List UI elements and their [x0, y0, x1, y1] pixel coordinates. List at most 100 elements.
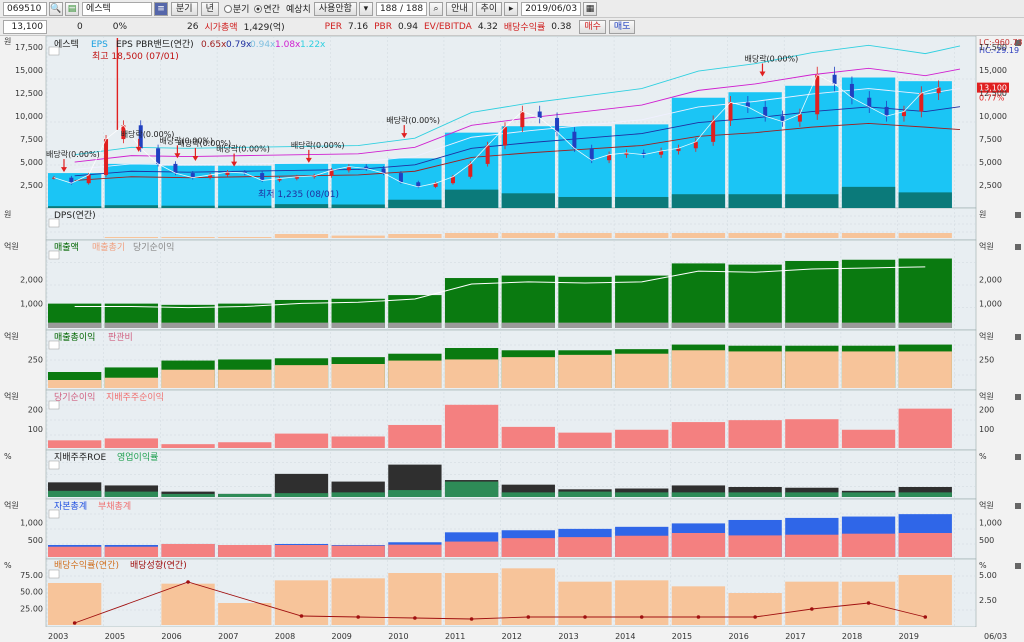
main-unit: 원	[4, 37, 11, 46]
pbr-value: 0.94	[397, 21, 418, 32]
panel-close-icon	[1015, 394, 1021, 400]
toolbar: 069510 🔍 ▤ 에스텍 ≡ 분기 년 분기 연간 예상치 사용안함 ▾ 1…	[0, 0, 1024, 18]
sell-button[interactable]: 매도	[608, 19, 636, 34]
debt-bar	[671, 533, 726, 557]
year-label: 2014	[615, 632, 635, 641]
eps-bar	[728, 194, 782, 208]
period-unit-select[interactable]: 분기	[171, 1, 198, 16]
bookvalue-bar	[104, 163, 159, 208]
dps-bar	[728, 233, 782, 238]
fin-unit: 억원	[4, 500, 19, 510]
sales-bar	[841, 259, 896, 328]
net-bar	[274, 433, 329, 448]
net-bar	[898, 408, 952, 448]
candle-body	[468, 163, 473, 177]
net-bar	[161, 444, 215, 448]
net-bar	[558, 432, 612, 448]
yield-label: 배당수익률	[503, 23, 546, 33]
bookvalue-bar	[728, 92, 782, 208]
dps-bar	[331, 235, 385, 238]
debt-bar	[218, 545, 272, 557]
dividend-label: 배당락(0.00%)	[46, 149, 100, 159]
year-label: 2019	[899, 632, 919, 641]
sga-legend: 판관비	[108, 332, 133, 343]
panel-close-icon	[1015, 563, 1021, 569]
yield-tick-left: 75.00	[20, 571, 43, 580]
net-unit-right: 억원	[979, 391, 994, 401]
net-bar	[331, 436, 385, 448]
buy-button[interactable]: 매수	[579, 19, 606, 34]
favorite-icon[interactable]: ▤	[65, 1, 79, 16]
sga-bar	[671, 350, 726, 388]
debt-bar	[558, 537, 612, 557]
stock-code-input[interactable]: 069510	[3, 1, 47, 16]
chevron-down-icon[interactable]: ▾	[358, 1, 373, 16]
yield-tick-left: 50.00	[20, 588, 43, 597]
estimate-label: 예상치	[285, 5, 311, 15]
yield-value: 0.38	[551, 21, 572, 32]
eps-bar	[104, 205, 159, 208]
pbr-label: PBR	[374, 21, 392, 32]
sales-cost-bar	[558, 322, 612, 328]
year-label: 2012	[502, 632, 522, 641]
period-type-select[interactable]: 년	[200, 1, 219, 16]
owner-net-legend: 지배주주순이익	[106, 391, 164, 403]
sales-bar	[785, 260, 839, 328]
tick-right: 250	[979, 355, 994, 364]
arrow-icon[interactable]: ▸	[504, 1, 519, 16]
opm-bar	[48, 490, 102, 497]
div-yield-bar	[785, 581, 839, 625]
sales-cost-bar	[104, 322, 159, 328]
radio-annual[interactable]	[254, 4, 263, 13]
year-label: 2008	[275, 632, 295, 641]
equity-legend: 자본총계	[54, 500, 87, 512]
dps-unit-right: 원	[979, 210, 986, 219]
sales-cost-bar	[48, 322, 102, 328]
period-icon[interactable]: ≡	[154, 1, 168, 16]
net-bar	[615, 429, 669, 448]
div-yield-bar	[48, 583, 102, 625]
debt-bar	[48, 546, 102, 557]
year-label: 2010	[388, 632, 408, 641]
main-tick-left: 10,000	[15, 112, 43, 121]
net-bar	[444, 404, 499, 448]
debt-bar	[104, 546, 159, 557]
candle-body	[867, 97, 872, 107]
radio-quarter[interactable]	[223, 4, 232, 13]
eps-bar	[785, 194, 839, 208]
net-bar	[48, 440, 102, 448]
debt-bar	[331, 545, 385, 557]
zoom-icon[interactable]: ⌕	[429, 1, 444, 16]
net-bar	[104, 438, 159, 448]
yield-tick-right: 5.00	[979, 571, 997, 580]
eps-bar	[444, 189, 499, 208]
eps-bar	[898, 192, 952, 208]
dps-legend: DPS(연간)	[54, 210, 96, 221]
sga-bar	[48, 380, 102, 388]
trend-button[interactable]: 추이	[475, 1, 503, 16]
opm-bar	[161, 493, 215, 497]
bookvalue-bar	[671, 97, 726, 208]
dps-bar	[785, 233, 839, 238]
mktcap-label: 시가총액	[204, 23, 238, 33]
candle-body	[763, 106, 768, 117]
main-tick-right: 10,000	[979, 112, 1007, 121]
calendar-icon[interactable]: ▦	[583, 1, 598, 16]
year-label: 2016	[728, 632, 748, 641]
guide-button[interactable]: 안내	[446, 1, 473, 16]
search-icon[interactable]: 🔍	[49, 1, 63, 16]
legend-multiple-4: 1.08x	[275, 40, 301, 50]
dividend-label: 배당락(0.00%)	[216, 144, 270, 154]
price-change-pct: 0%	[112, 21, 128, 32]
dps-bar	[898, 233, 952, 238]
low-annotation: 최저 1,235 (08/01)	[258, 189, 339, 200]
legend-multiple-3: 0.94x	[250, 40, 276, 50]
candle-body	[884, 106, 889, 117]
date-input[interactable]: 2019/06/03	[521, 1, 582, 16]
sales-bar	[898, 258, 952, 328]
main-tick-left: 2,500	[20, 181, 43, 190]
estimate-select[interactable]: 사용안함	[313, 1, 357, 16]
candle-body	[156, 148, 161, 164]
dps-unit: 원	[4, 210, 11, 219]
year-label: 2013	[558, 632, 578, 641]
